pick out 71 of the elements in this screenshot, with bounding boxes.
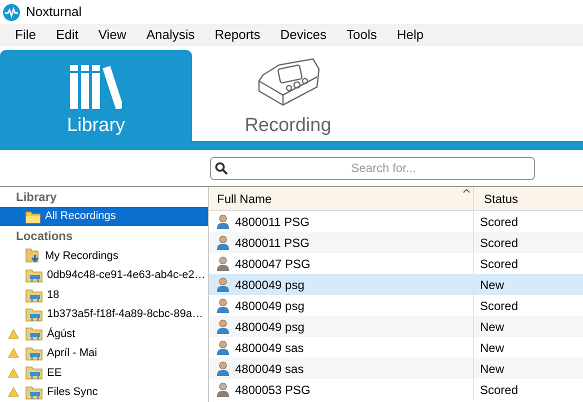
table-row[interactable]: 4800049 psg New	[209, 316, 583, 337]
menu-item[interactable]: Reports	[204, 25, 270, 45]
warning-icon	[8, 387, 18, 398]
table-cell-text: 4800049 sas	[235, 360, 304, 378]
table-cell-text: Scored	[480, 256, 518, 272]
network-folder-icon	[25, 268, 43, 284]
table-row[interactable]: 4800049 sas New	[209, 358, 583, 379]
tree-item[interactable]: All Recordings	[0, 207, 208, 226]
search-icon	[215, 162, 228, 174]
person-icon	[216, 214, 230, 230]
app-logo-icon	[3, 4, 20, 20]
table-cell-text: 4800047 PSG	[235, 256, 310, 272]
column-header[interactable]: Status	[474, 187, 583, 210]
menu-item[interactable]: View	[88, 25, 136, 45]
window-title: Noxturnal	[26, 3, 82, 22]
person-icon	[216, 340, 230, 356]
network-folder-icon	[25, 288, 43, 303]
table-cell-text: Scored	[480, 234, 518, 252]
table-cell-text: 4800049 psg	[235, 276, 304, 294]
network-folder-icon	[25, 365, 43, 380]
table-cell-text: 4800049 psg	[235, 298, 304, 314]
tree-item[interactable]: 18	[0, 285, 208, 305]
person-icon	[216, 382, 230, 398]
table-cell-text: 4800049 psg	[235, 318, 304, 336]
tree-item[interactable]: 0db94c48-ce91-4e63-ab4c-e2…	[0, 266, 208, 286]
tree-item[interactable]: My Recordings	[0, 246, 208, 266]
tree-item[interactable]: 1b373a5f-f18f-4a89-8cbc-89a…	[0, 304, 208, 324]
table-cell-text: 4800011 PSG	[235, 214, 310, 230]
books-icon	[70, 65, 122, 109]
column-header[interactable]: Full Name	[209, 187, 474, 210]
warning-icon	[8, 368, 18, 378]
table-cell-text: 4800049 sas	[235, 340, 304, 356]
table-cell-text: Scored	[480, 382, 518, 398]
person-icon	[216, 256, 230, 272]
menu-item[interactable]: Devices	[270, 25, 337, 45]
folder-icon	[25, 210, 41, 224]
table-cell-text: New	[480, 276, 504, 294]
tree-item[interactable]: Ágúst	[0, 324, 208, 344]
table-row[interactable]: 4800049 psg New	[209, 274, 583, 295]
person-icon	[216, 360, 230, 376]
menu-item[interactable]: Edit	[46, 25, 88, 45]
menu-item[interactable]: Analysis	[136, 25, 205, 45]
table-cell-text: Scored	[480, 214, 518, 230]
tree-item[interactable]: Files Sync	[0, 382, 208, 402]
sort-caret-icon	[463, 189, 470, 193]
network-folder-icon	[25, 384, 43, 400]
table-cell-text: 4800011 PSG	[235, 234, 310, 252]
section-header: Locations	[15, 228, 74, 246]
table-cell-text: New	[480, 340, 504, 356]
person-icon	[216, 318, 230, 334]
tree-item[interactable]: EE	[0, 363, 208, 382]
table-cell-text: New	[480, 318, 504, 336]
person-icon	[216, 234, 230, 250]
network-folder-icon	[25, 306, 43, 322]
network-folder-icon	[25, 326, 43, 342]
table-cell-text: New	[480, 360, 504, 378]
menu-item[interactable]: Tools	[336, 25, 387, 45]
folder-download-icon	[25, 248, 41, 264]
search-field[interactable]: Search for...	[210, 156, 535, 180]
table-cell-text: 4800053 PSG	[235, 382, 310, 398]
section-header: Library	[15, 189, 58, 206]
warning-icon	[8, 328, 18, 339]
table-row[interactable]: 4800011 PSG Scored	[209, 232, 583, 253]
network-folder-icon	[25, 346, 43, 361]
tree-item[interactable]: Apríl - Mai	[0, 344, 208, 364]
person-icon	[216, 298, 230, 314]
menu-item[interactable]: Help	[386, 25, 434, 45]
menu-item[interactable]: File	[5, 25, 46, 45]
person-icon	[216, 276, 230, 292]
table-cell-text: Scored	[480, 298, 518, 314]
warning-icon	[8, 348, 18, 358]
